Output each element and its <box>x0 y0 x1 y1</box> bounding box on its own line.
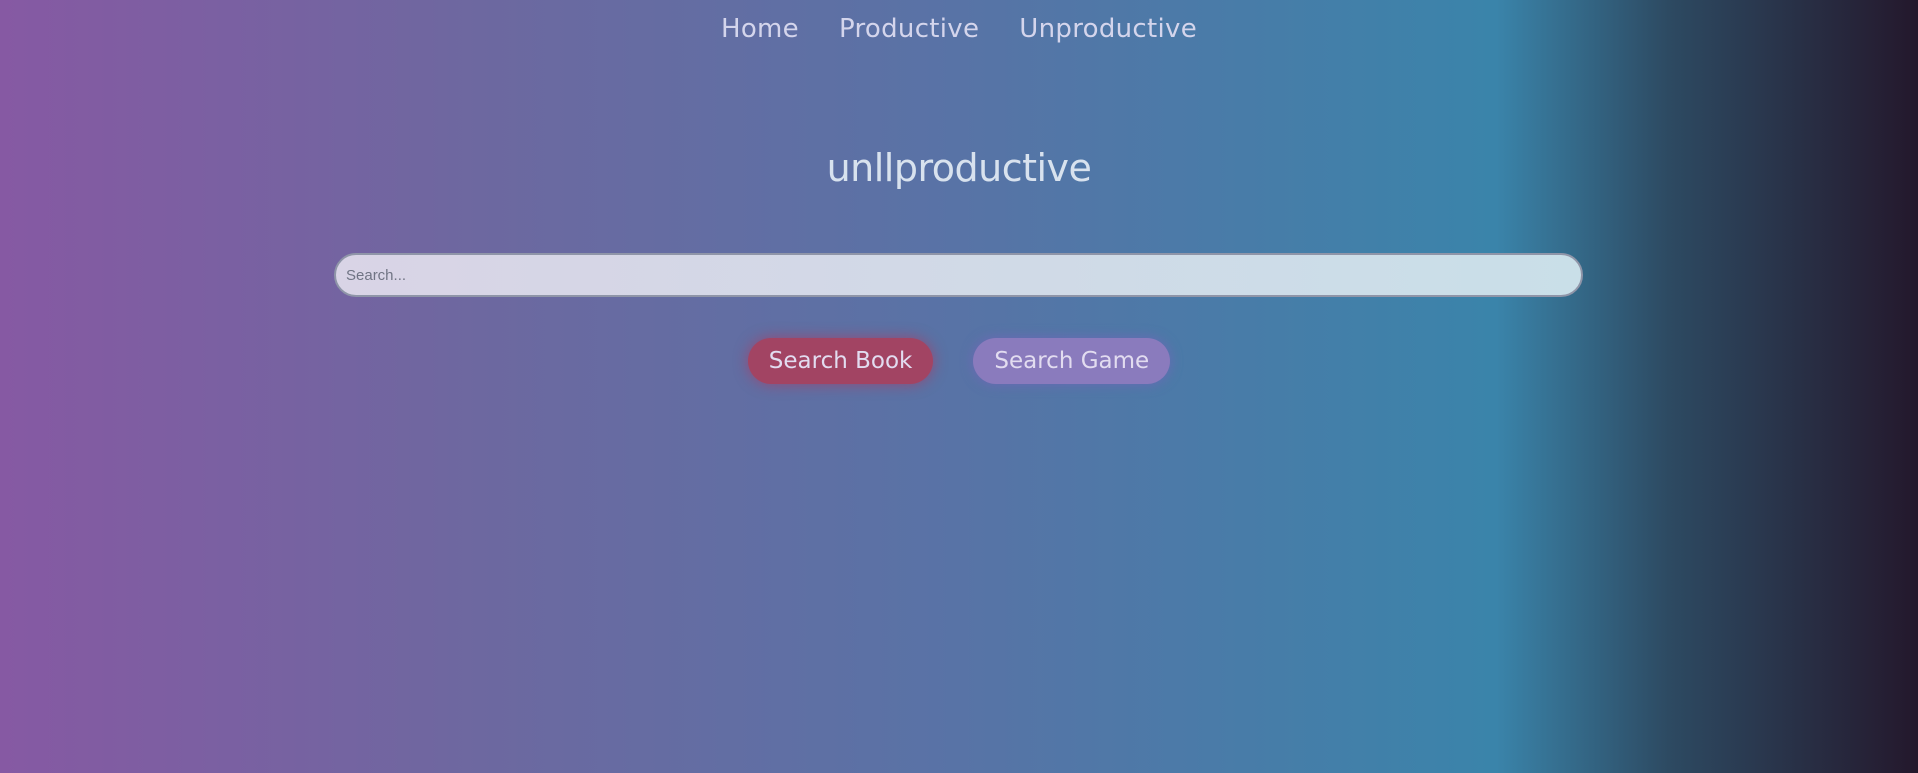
search-buttons: Search Book Search Game <box>0 338 1918 384</box>
nav-link-productive[interactable]: Productive <box>839 14 979 44</box>
search-bar <box>334 253 1583 297</box>
nav-link-unproductive[interactable]: Unproductive <box>1019 14 1197 44</box>
top-nav: Home Productive Unproductive <box>0 14 1918 44</box>
site-logo: unllproductive <box>826 146 1092 190</box>
search-input[interactable] <box>334 253 1583 297</box>
nav-link-home[interactable]: Home <box>721 14 799 44</box>
search-game-button[interactable]: Search Game <box>973 338 1171 384</box>
search-book-button[interactable]: Search Book <box>747 338 934 384</box>
